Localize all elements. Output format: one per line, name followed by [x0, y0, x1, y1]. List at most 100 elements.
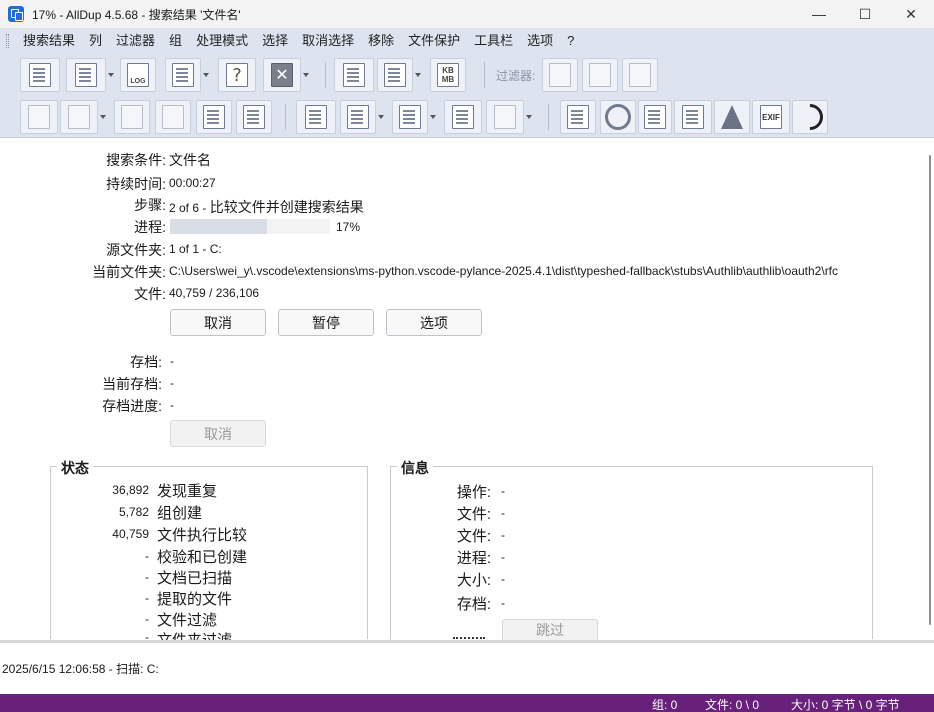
filter-check-icon	[629, 63, 651, 87]
status-text: 组创建	[157, 505, 203, 522]
close-button[interactable]: ✕	[888, 0, 934, 28]
new-file-button[interactable]	[392, 100, 428, 134]
duration-value: 00:00:27	[169, 176, 216, 190]
audio-button[interactable]	[791, 98, 829, 136]
layout-button[interactable]	[377, 58, 413, 92]
image-viewer-button[interactable]	[674, 100, 712, 134]
move-bottom-button[interactable]	[155, 100, 191, 134]
menu-columns[interactable]: 列	[82, 28, 109, 54]
minimize-button[interactable]: —	[796, 0, 842, 28]
info-label: 存档:	[456, 596, 491, 613]
menu-help[interactable]: ?	[560, 28, 581, 54]
info-group-title: 信息	[397, 458, 433, 478]
skip-button[interactable]: 跳过	[502, 619, 598, 640]
layout-icon	[384, 63, 406, 87]
stop-icon: ✕	[271, 63, 293, 87]
move-top-button[interactable]	[114, 100, 150, 134]
media-player-button[interactable]	[638, 100, 672, 134]
arrow-up-icon	[203, 105, 225, 129]
compare-button[interactable]	[444, 100, 482, 134]
status-count: -	[145, 591, 149, 605]
exif-icon: EXIF	[760, 105, 782, 129]
progress-bar	[170, 219, 330, 234]
text-viewer-button[interactable]	[560, 100, 596, 134]
preview-button[interactable]	[66, 58, 106, 92]
vertical-scrollbar[interactable]	[926, 139, 934, 639]
image-icon	[682, 105, 704, 129]
title-bar: 17% - AllDup 4.5.68 - 搜索结果 '文件名' — ☐ ✕	[0, 0, 934, 28]
info-value: -	[501, 528, 505, 542]
compare-icon	[452, 105, 474, 129]
progress-percent: 17%	[336, 220, 361, 234]
toolbar-separator	[484, 62, 485, 88]
archive-cancel-button[interactable]: 取消	[170, 420, 266, 447]
progress-fill	[170, 219, 267, 234]
scroll-down-button[interactable]	[236, 100, 272, 134]
undo-dropdown[interactable]	[524, 100, 534, 134]
status-count: -	[145, 549, 149, 563]
stop-dropdown[interactable]	[301, 58, 311, 92]
menu-search-results[interactable]: 搜索结果	[16, 28, 82, 54]
help-button[interactable]: ?	[218, 58, 256, 92]
cancel-button[interactable]: 取消	[170, 309, 266, 336]
menu-filter[interactable]: 过滤器	[109, 28, 162, 54]
kb-mb-icon: KB MB	[437, 63, 459, 87]
files-value: 40,759 / 236,106	[169, 286, 260, 300]
preview-dropdown[interactable]	[106, 58, 116, 92]
folder-settings-button[interactable]	[296, 100, 336, 134]
status-files-count: 文件: 0 \ 0	[705, 698, 760, 712]
status-count: -	[145, 630, 149, 640]
help-icon: ?	[226, 63, 248, 87]
toolbar-secondary: EXIF	[0, 96, 934, 138]
new-file-dropdown[interactable]	[428, 100, 438, 134]
current-archive-label: 当前存档:	[102, 376, 162, 392]
layout-dropdown[interactable]	[413, 58, 423, 92]
save-button[interactable]	[165, 58, 201, 92]
status-text: 发现重复	[157, 483, 218, 500]
status-text: 文件过滤	[157, 612, 218, 629]
select-file-button[interactable]	[340, 100, 376, 134]
folder-gear-icon	[305, 105, 327, 129]
browser-button[interactable]	[600, 100, 636, 134]
log-button[interactable]: LOG	[120, 58, 156, 92]
source-folder-value: 1 of 1 - C:	[169, 242, 222, 256]
menu-grip-icon[interactable]	[6, 34, 9, 48]
forward-dropdown[interactable]	[98, 100, 108, 134]
filter-button-1[interactable]	[542, 58, 578, 92]
forward-button[interactable]	[60, 100, 98, 134]
vlc-cone-icon	[721, 105, 743, 129]
size-unit-button[interactable]: KB MB	[430, 58, 466, 92]
back-button[interactable]	[20, 100, 58, 134]
info-label: 操作:	[456, 484, 491, 501]
info-label: 文件:	[456, 528, 491, 545]
save-dropdown[interactable]	[201, 58, 211, 92]
status-group-count: 组: 0	[652, 698, 678, 712]
info-value: -	[501, 484, 505, 498]
pause-button[interactable]: 暂停	[278, 309, 374, 336]
log-icon: LOG	[127, 63, 149, 87]
menu-options[interactable]: 选项	[520, 28, 560, 54]
menu-remove[interactable]: 移除	[361, 28, 401, 54]
vlc-button[interactable]	[714, 100, 750, 134]
columns-button[interactable]	[334, 58, 374, 92]
delete-files-button[interactable]	[20, 58, 60, 92]
menu-toolbar[interactable]: 工具栏	[467, 28, 520, 54]
filter-button-3[interactable]	[622, 58, 658, 92]
menu-select[interactable]: 选择	[255, 28, 295, 54]
scroll-up-button[interactable]	[196, 100, 232, 134]
menu-process-mode[interactable]: 处理模式	[189, 28, 255, 54]
maximize-button[interactable]: ☐	[842, 0, 888, 28]
stop-button[interactable]: ✕	[263, 58, 301, 92]
scrollbar-thumb[interactable]	[929, 155, 931, 625]
menu-deselect[interactable]: 取消选择	[295, 28, 361, 54]
select-file-dropdown[interactable]	[376, 100, 386, 134]
exif-button[interactable]: EXIF	[752, 100, 790, 134]
focus-dots	[453, 637, 485, 639]
archive-value: -	[170, 354, 174, 368]
undo-button[interactable]	[486, 100, 524, 134]
menu-file-protection[interactable]: 文件保护	[401, 28, 467, 54]
log-line: 2025/6/15 12:06:58 - 扫描: C:	[2, 662, 159, 676]
filter-button-2[interactable]	[582, 58, 618, 92]
menu-group[interactable]: 组	[162, 28, 189, 54]
options-button[interactable]: 选项	[386, 309, 482, 336]
